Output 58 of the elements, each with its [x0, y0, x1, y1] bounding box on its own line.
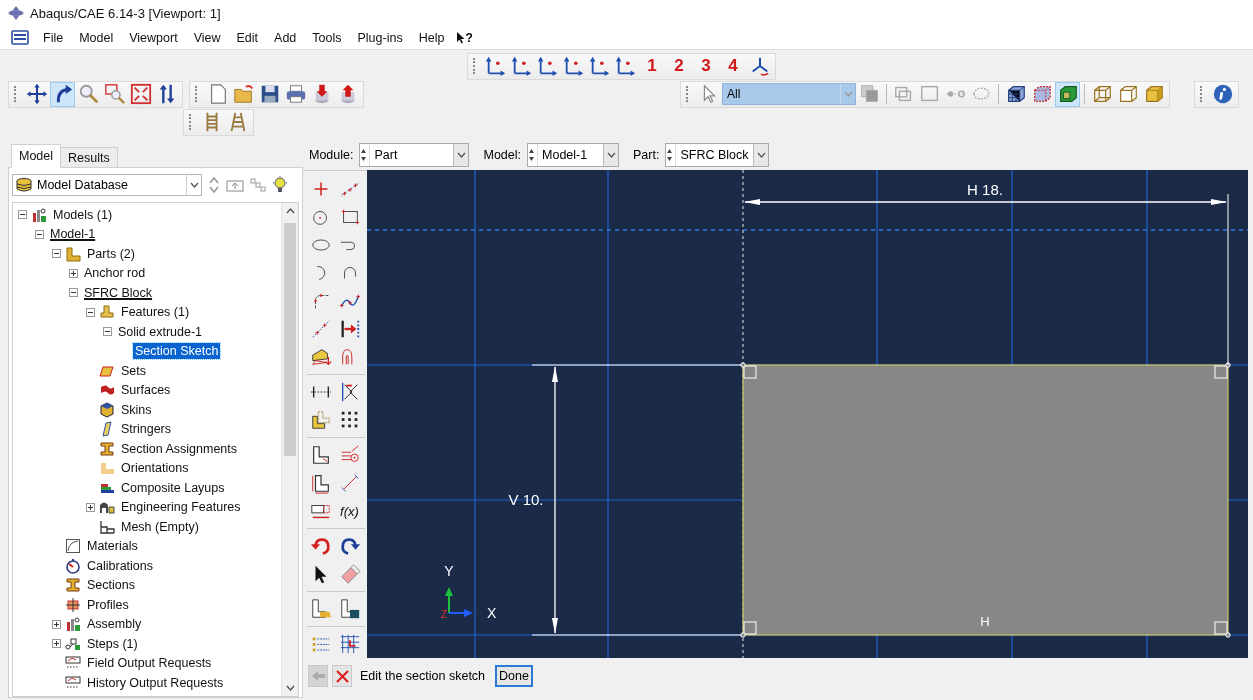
dropdown-field[interactable]: SFRC Block: [665, 143, 770, 167]
tree-item[interactable]: Composite Layups: [119, 479, 227, 496]
field-label: Part:: [633, 148, 660, 162]
tree-item[interactable]: Sections: [85, 577, 137, 594]
tree-item[interactable]: Skins: [119, 401, 154, 418]
view-number-button[interactable]: 3: [693, 53, 719, 79]
tree-item[interactable]: Surfaces: [119, 382, 173, 399]
tree-item[interactable]: History Output Requests: [85, 674, 226, 691]
tree-item[interactable]: Parts (2): [85, 245, 137, 262]
menu-item[interactable]: Help: [410, 28, 453, 47]
context-help-button[interactable]: ?: [456, 30, 473, 45]
tree-item[interactable]: Features (1): [119, 304, 192, 321]
panel-tab[interactable]: Model: [11, 144, 62, 168]
window-title: Abaqus/CAE 6.14-3 [Viewport: 1]: [30, 5, 221, 21]
tree-item[interactable]: Steps (1): [85, 635, 140, 652]
tree-item[interactable]: Section Assignments: [119, 440, 240, 457]
database-dropdown[interactable]: Model Database: [12, 174, 202, 196]
function-button[interactable]: f(x): [336, 497, 363, 525]
tree-item[interactable]: Orientations: [119, 460, 191, 477]
menu-item[interactable]: View: [185, 28, 229, 47]
axis-label: Y: [444, 563, 454, 579]
field-label: Module:: [309, 148, 354, 162]
menu-item[interactable]: File: [35, 28, 72, 47]
menu-item[interactable]: Viewport: [121, 28, 186, 47]
edge-label: H: [980, 614, 990, 629]
tree-item[interactable]: SFRC Block: [82, 284, 155, 301]
tree-item[interactable]: Models (1): [51, 206, 115, 223]
done-button[interactable]: Done: [495, 665, 533, 687]
tree-item[interactable]: Profiles: [85, 596, 131, 613]
view-number-button[interactable]: 2: [666, 53, 692, 79]
dimension-label: H 18.: [967, 181, 1003, 198]
tree-item[interactable]: Engineering Features: [119, 499, 243, 516]
tree-item[interactable]: Section Sketch: [133, 343, 221, 360]
tree-item[interactable]: Field Output Requests: [85, 655, 214, 672]
dropdown-field[interactable]: Part: [359, 143, 470, 167]
tree-item[interactable]: Materials: [85, 538, 140, 555]
view-number-button[interactable]: 1: [639, 53, 665, 79]
tree-item[interactable]: Calibrations: [85, 557, 155, 574]
tree-item[interactable]: Mesh (Empty): [119, 518, 201, 535]
tree-item[interactable]: Model-1: [48, 226, 98, 243]
axis-label: Z: [441, 609, 448, 620]
tree-item[interactable]: Anchor rod: [82, 265, 148, 282]
menu-item[interactable]: Plug-ins: [349, 28, 411, 47]
tree-item[interactable]: Stringers: [119, 421, 174, 438]
tree-item[interactable]: Sets: [119, 362, 148, 379]
menu-item[interactable]: Add: [266, 28, 305, 47]
selection-filter-dropdown[interactable]: All: [722, 83, 856, 105]
tree-item[interactable]: Solid extrude-1: [116, 323, 205, 340]
menu-item[interactable]: Tools: [304, 28, 350, 47]
menu-item[interactable]: Edit: [228, 28, 267, 47]
dropdown-field[interactable]: Model-1: [527, 143, 619, 167]
field-label: Model:: [483, 148, 521, 162]
dimension-label: V 10.: [508, 491, 544, 508]
tree-item[interactable]: Assembly: [85, 616, 144, 633]
prompt-text: Edit the section sketch: [360, 669, 486, 683]
axis-label: X: [487, 605, 497, 621]
view-number-button[interactable]: 4: [720, 53, 746, 79]
menu-item[interactable]: Model: [71, 28, 122, 47]
